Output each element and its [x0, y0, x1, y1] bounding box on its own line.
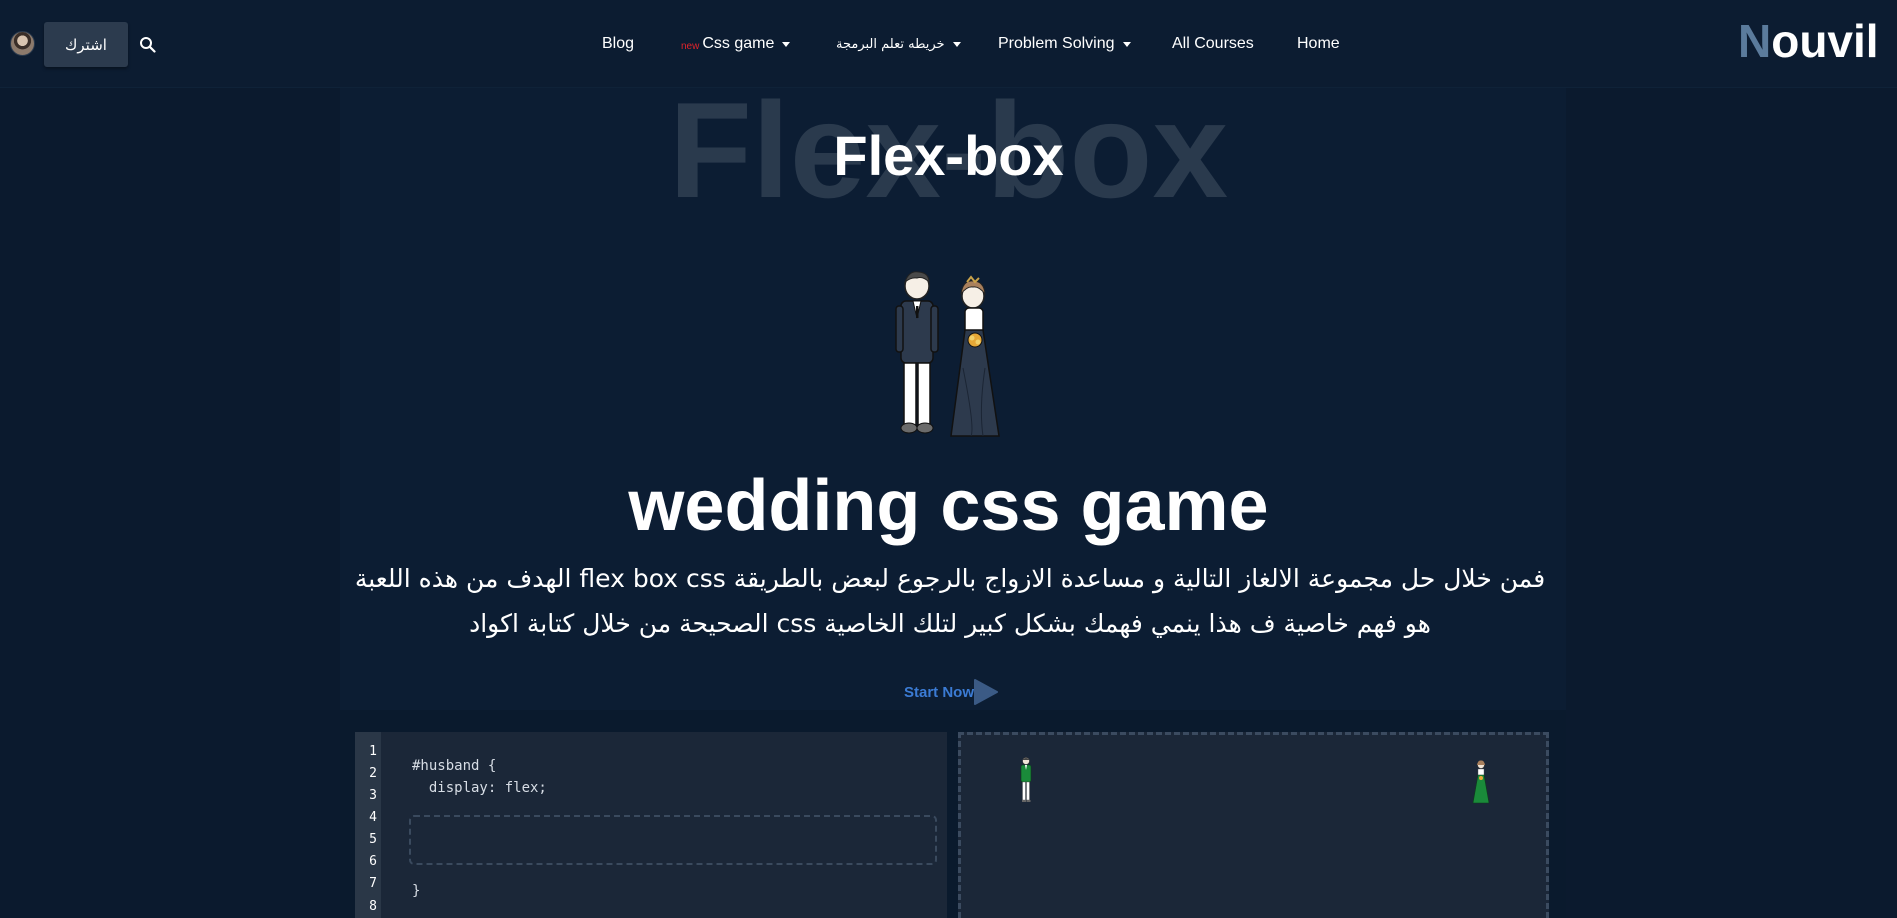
nav-blog-label: Blog [602, 35, 635, 52]
code-line-selector: #husband { [412, 758, 497, 774]
logo-rest: ouvil [1771, 15, 1879, 67]
nav-roadmap-label: خريطه تعلم البرمجة [836, 36, 945, 52]
bride-figure [1472, 760, 1490, 804]
line-number-gutter: 1 2 3 4 5 6 7 8 [355, 732, 381, 918]
line-number: 8 [369, 899, 377, 914]
play-triangle-icon [974, 679, 999, 705]
subscribe-button[interactable]: اشترك [44, 22, 128, 67]
new-badge: new [681, 40, 700, 52]
nav-problem-solving-dropdown[interactable]: Problem Solving [998, 35, 1131, 53]
avatar[interactable] [10, 31, 35, 56]
line-number: 6 [369, 854, 377, 869]
line-number: 7 [369, 876, 377, 891]
line-number: 3 [369, 788, 377, 803]
code-line-closing-brace: } [412, 883, 421, 899]
line-number: 4 [369, 810, 377, 825]
site-logo[interactable]: Nouvil [1738, 14, 1879, 68]
game-description: فمن خلال حل مجموعة الالغاز التالية و مسا… [354, 564, 1546, 638]
nav-css-game-dropdown[interactable]: new Css game [681, 35, 791, 53]
css-code-input[interactable] [409, 815, 937, 865]
nav-all-courses-link[interactable]: All Courses [1172, 35, 1254, 53]
caret-down-icon [1122, 41, 1131, 47]
caret-down-icon [782, 41, 791, 47]
hero-title: Flex-box [833, 124, 1064, 187]
line-number: 2 [369, 766, 377, 781]
line-number: 1 [369, 744, 377, 759]
wedding-couple-illustration [895, 271, 1000, 437]
game-preview-board [958, 732, 1549, 918]
nav-problem-solving-label: Problem Solving [998, 35, 1115, 52]
nav-home-link[interactable]: Home [1297, 35, 1340, 53]
nav-home-label: Home [1297, 35, 1340, 52]
groom-figure [1020, 757, 1032, 802]
code-editor: 1 2 3 4 5 6 7 8 #husband { display: flex… [355, 732, 947, 918]
nav-css-game-label: Css game [702, 35, 775, 52]
code-line-display: display: flex; [412, 780, 547, 796]
search-icon[interactable] [139, 36, 156, 53]
game-title: wedding css game [628, 466, 1269, 546]
nav-blog-link[interactable]: Blog [602, 35, 634, 53]
logo-first-letter: N [1738, 15, 1772, 67]
nav-all-courses-label: All Courses [1172, 35, 1254, 52]
start-now-button[interactable]: Start Now [904, 678, 999, 706]
nav-roadmap-dropdown[interactable]: خريطه تعلم البرمجة [836, 37, 961, 52]
caret-down-icon [952, 41, 961, 47]
start-now-label: Start Now [904, 683, 975, 701]
line-number: 5 [369, 832, 377, 847]
